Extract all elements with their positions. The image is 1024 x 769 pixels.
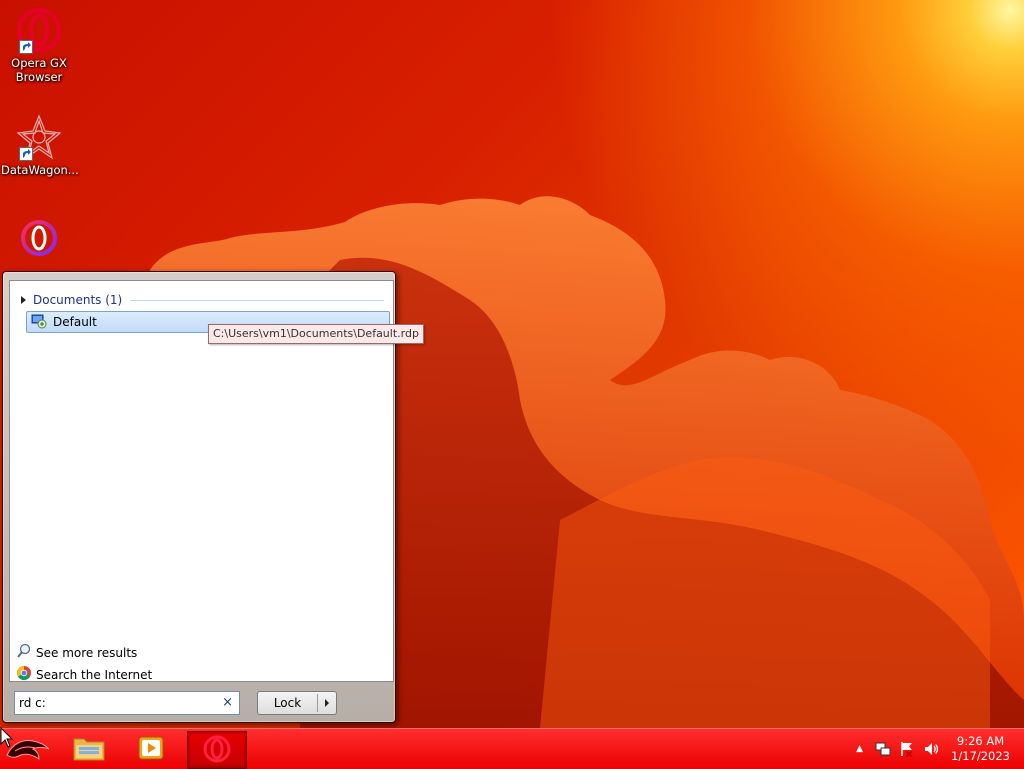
shortcut-arrow-icon bbox=[19, 147, 33, 161]
search-internet-label: Search the Internet bbox=[36, 667, 153, 682]
search-internet-link[interactable]: Search the Internet bbox=[16, 665, 152, 684]
taskbar-clock[interactable]: 9:26 AM 1/17/2023 bbox=[951, 734, 1010, 764]
mouse-cursor-icon bbox=[0, 727, 14, 748]
media-player-icon bbox=[137, 734, 165, 765]
start-search-input[interactable] bbox=[19, 696, 209, 710]
start-search-box[interactable]: × bbox=[14, 691, 240, 715]
expand-triangle-icon bbox=[21, 296, 26, 304]
datawagon-icon bbox=[15, 113, 63, 161]
desktop-icon-datawagon[interactable]: DataWagon... bbox=[1, 113, 79, 177]
opera-icon bbox=[15, 214, 63, 262]
desktop-icon-opera[interactable] bbox=[1, 214, 77, 264]
clear-search-icon[interactable]: × bbox=[222, 695, 233, 710]
chrome-icon bbox=[16, 665, 32, 684]
opera-gx-icon bbox=[15, 6, 63, 54]
shortcut-arrow-icon bbox=[19, 40, 33, 54]
desktop-icon-opera-gx[interactable]: Opera GX Browser bbox=[1, 6, 77, 84]
path-tooltip: C:\Users\vm1\Documents\Default.rdp bbox=[208, 324, 424, 344]
split-divider bbox=[317, 694, 318, 712]
results-group-documents[interactable]: Documents (1) bbox=[18, 291, 384, 309]
taskbar: ▲ 9:26 AM 1/17/2023 bbox=[0, 728, 1024, 769]
group-header-label: Documents (1) bbox=[33, 293, 123, 307]
action-center-icon[interactable] bbox=[899, 741, 915, 757]
desktop-icon-label: Opera GX Browser bbox=[11, 56, 67, 84]
clock-date: 1/17/2023 bbox=[951, 749, 1010, 763]
group-divider bbox=[130, 299, 384, 301]
remote-desktop-icon bbox=[31, 313, 47, 332]
folder-icon bbox=[73, 734, 105, 765]
search-icon bbox=[16, 643, 32, 662]
lock-button-label: Lock bbox=[273, 696, 302, 710]
taskbar-file-explorer[interactable] bbox=[60, 731, 118, 767]
taskbar-media-player[interactable] bbox=[122, 731, 180, 767]
taskbar-opera[interactable] bbox=[187, 731, 247, 769]
volume-icon[interactable] bbox=[923, 741, 939, 757]
see-more-label: See more results bbox=[36, 645, 138, 660]
network-icon[interactable] bbox=[875, 741, 891, 757]
result-item-label: Default bbox=[53, 315, 97, 329]
clock-time: 9:26 AM bbox=[956, 734, 1005, 748]
lock-button[interactable]: Lock bbox=[257, 691, 337, 715]
desktop-icon-label: DataWagon... bbox=[1, 163, 79, 177]
system-tray: ▲ 9:26 AM 1/17/2023 bbox=[852, 729, 1024, 769]
show-hidden-icons-button[interactable]: ▲ bbox=[856, 744, 863, 754]
opera-icon bbox=[201, 733, 233, 768]
see-more-results-link[interactable]: See more results bbox=[16, 643, 137, 662]
power-options-arrow-icon[interactable] bbox=[325, 699, 329, 707]
